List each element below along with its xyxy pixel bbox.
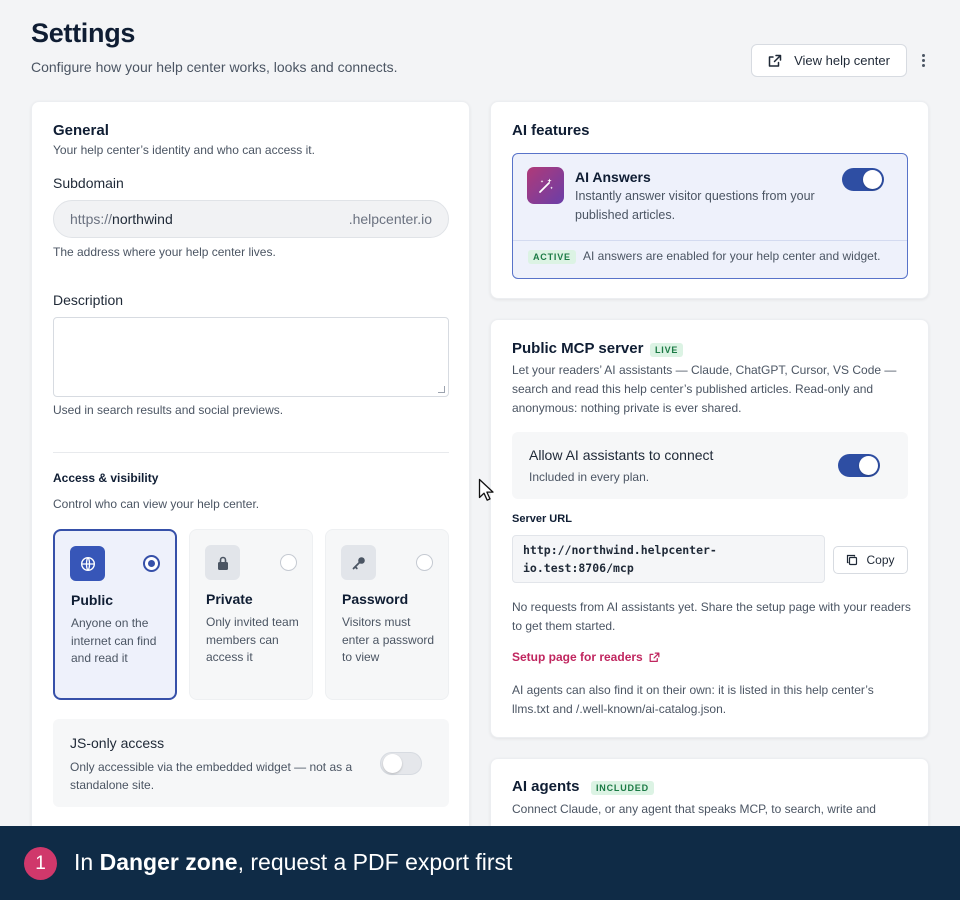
no-requests-text: No requests from AI assistants yet. Shar… [512,600,911,633]
access-option-public[interactable]: Public Anyone on the internet can find a… [53,529,177,700]
server-url-line-1: http://northwind.helpcenter- [523,543,717,557]
radio-password[interactable] [416,554,433,571]
option-desc: Anyone on the internet can find and read… [71,616,157,665]
ai-features-card: AI features AI Answers Instantly answer … [490,101,929,299]
copy-label: Copy [866,553,895,567]
js-only-access-row: JS-only access Only accessible via the e… [53,719,449,807]
copy-url-button[interactable]: Copy [833,546,908,574]
subdomain-prefix: https:// [70,211,113,227]
ai-answers-toggle[interactable] [842,168,884,191]
step-number-badge: 1 [24,847,57,880]
subdomain-suffix: .helpcenter.io [348,211,432,227]
globe-icon [70,546,105,581]
section-divider [53,452,449,453]
live-badge: LIVE [650,343,684,357]
instruction-banner: 1 In Danger zone, request a PDF export f… [0,826,960,900]
server-url-field[interactable]: http://northwind.helpcenter- io.test:870… [512,535,825,583]
access-option-password[interactable]: Password Visitors must enter a password … [325,529,449,700]
ai-answers-desc: Instantly answer visitor questions from … [575,189,815,222]
copy-icon [847,554,858,566]
active-badge: ACTIVE [528,250,576,264]
view-help-center-label: View help center [794,53,890,68]
radio-private[interactable] [280,554,297,571]
general-title: General [53,122,109,139]
view-help-center-button[interactable]: View help center [751,44,907,77]
js-only-desc: Only accessible via the embedded widget … [70,760,353,792]
subdomain-value: northwind [112,211,173,227]
description-help: Used in search results and social previe… [53,403,284,417]
mcp-server-card: Public MCP server LIVE Let your readers’… [490,319,929,738]
subdomain-help: The address where your help center lives… [53,245,276,259]
option-title: Public [71,592,114,608]
access-option-private[interactable]: Private Only invited team members can ac… [189,529,313,700]
ai-features-title: AI features [512,122,590,139]
subdomain-input[interactable]: https://northwind .helpcenter.io [53,200,449,238]
page-subtitle: Configure how your help center works, lo… [31,59,398,75]
allow-ai-toggle[interactable] [838,454,880,477]
lock-icon [205,545,240,580]
js-only-toggle[interactable] [380,752,422,775]
mcp-desc: Let your readers’ AI assistants — Claude… [512,363,897,415]
allow-ai-assistants-row: Allow AI assistants to connect Included … [512,432,908,499]
radio-public[interactable] [143,555,160,572]
access-subtitle: Control who can view your help center. [53,497,260,511]
general-subtitle: Your help center’s identity and who can … [53,143,315,157]
server-url-label: Server URL [512,513,572,525]
key-icon [341,545,376,580]
option-desc: Visitors must enter a password to view [342,615,435,664]
description-label: Description [53,292,124,308]
mcp-title: Public MCP server [512,340,644,357]
subdomain-label: Subdomain [53,175,124,191]
more-options-icon[interactable] [916,52,930,70]
resize-handle-icon[interactable] [438,386,445,393]
external-link-icon [649,652,660,662]
server-url-line-2: io.test:8706/mcp [523,561,634,575]
option-title: Private [206,591,253,607]
ai-agents-title: AI agents [512,778,580,795]
ai-answers-title: AI Answers [575,169,651,185]
included-badge: INCLUDED [591,781,654,795]
mouse-pointer-icon [478,478,494,501]
setup-link-label: Setup page for readers [512,650,643,664]
access-title: Access & visibility [53,471,159,485]
discover-text: AI agents can also find it on their own:… [512,683,874,716]
ai-answers-box: AI Answers Instantly answer visitor ques… [512,153,908,279]
allow-subtitle: Included in every plan. [529,470,650,484]
ai-answers-status: AI answers are enabled for your help cen… [583,249,881,263]
option-title: Password [342,591,409,607]
general-card: General Your help center’s identity and … [31,101,470,841]
external-link-icon [768,54,782,67]
option-desc: Only invited team members can access it [206,615,299,664]
setup-page-link[interactable]: Setup page for readers [512,650,660,664]
divider [513,240,907,241]
ai-agents-desc: Connect Claude, or any agent that speaks… [512,802,876,816]
page-title: Settings [31,18,136,48]
allow-title: Allow AI assistants to connect [529,447,714,463]
instruction-text: In Danger zone, request a PDF export fir… [74,849,513,875]
description-textarea[interactable] [53,317,449,397]
js-only-title: JS-only access [70,735,165,751]
magic-wand-icon [527,167,564,204]
